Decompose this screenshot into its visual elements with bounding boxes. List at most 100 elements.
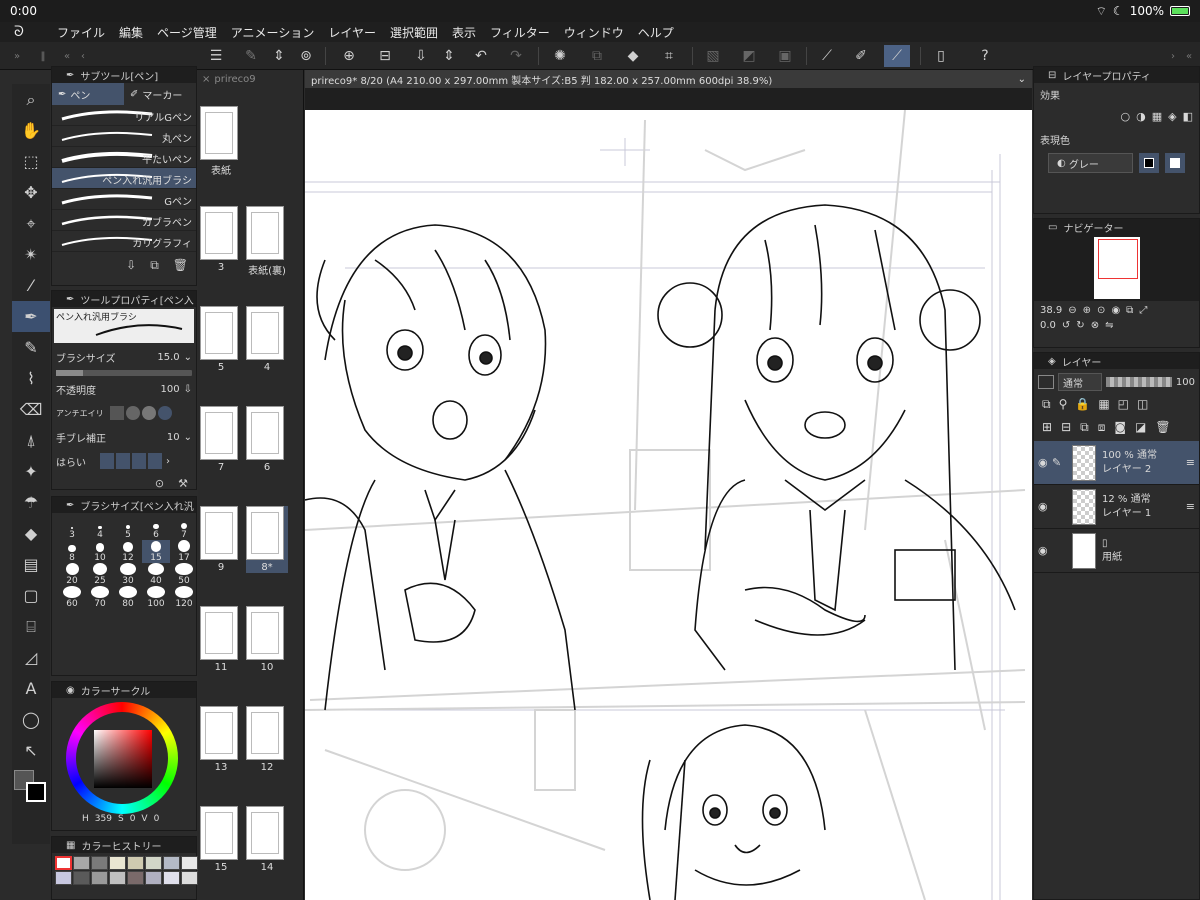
blend-mode-select[interactable]: 通常 (1058, 373, 1102, 391)
decoration-tool-icon[interactable]: ✦ (12, 456, 50, 487)
navigator-preview[interactable] (1034, 235, 1199, 301)
zoom-out-icon[interactable]: ⊖ (1068, 305, 1076, 316)
reset-rotation-icon[interactable]: ⊗ (1091, 320, 1099, 331)
auto-select-tool-icon[interactable]: ✴ (12, 239, 50, 270)
brush-inking-general[interactable]: ペン入れ汎用ブラシ (52, 168, 196, 189)
chevron-down-icon[interactable]: ⌄ (1018, 74, 1026, 85)
figure-tool-icon[interactable]: ▢ (12, 580, 50, 611)
trash-icon[interactable]: 🗑 (173, 258, 188, 273)
menu-help[interactable]: ヘルプ (631, 24, 681, 41)
lock-icon[interactable]: 🔒 (1075, 397, 1090, 412)
clip-icon[interactable]: ⧉ (1042, 397, 1051, 412)
new-folder-icon[interactable]: ⊟ (1061, 420, 1071, 435)
color-mode-select[interactable]: ◐ グレー (1048, 153, 1133, 173)
menu-filter[interactable]: フィルター (483, 24, 557, 41)
blend-tool-icon[interactable]: ☂ (12, 487, 50, 518)
merge-icon[interactable]: ⧈ (1098, 420, 1106, 435)
brush-round-pen[interactable]: 丸ペン (52, 126, 196, 147)
layer-row[interactable]: ◉ ▯ 用紙 (1034, 529, 1199, 573)
rotate-right-icon[interactable]: ↻ (1076, 320, 1084, 331)
app-logo-icon[interactable]: ᘐ (14, 24, 34, 40)
eye-icon[interactable]: ◉ (1038, 456, 1052, 469)
saturation-value-square[interactable] (94, 730, 152, 788)
page-thumbnail[interactable]: 6 (246, 406, 288, 473)
drag-handle-icon[interactable]: ≡ (1186, 456, 1195, 469)
color-history-swatch[interactable] (181, 856, 198, 870)
lock-transparent-icon[interactable]: ▦ (1098, 397, 1109, 412)
brush-size-option[interactable]: 10 (86, 540, 114, 563)
brush-size-option[interactable]: 6 (142, 517, 170, 540)
fill-bucket-icon[interactable]: ◆ (620, 45, 646, 67)
edit-pen-icon[interactable]: ✎ (1052, 456, 1066, 469)
frame-border-tool-icon[interactable]: ⌸ (12, 611, 50, 642)
clip-studio-icon[interactable]: ⊚ (293, 45, 319, 67)
document-tab[interactable]: prireco9* 8/20 (A4 210.00 x 297.00mm 製本サ… (305, 70, 1032, 88)
mask-icon[interactable]: ◰ (1118, 397, 1129, 412)
ruler-layer-icon[interactable]: ◪ (1135, 420, 1146, 435)
brush-size-option[interactable]: 30 (114, 563, 142, 586)
brush-size-option[interactable]: 17 (170, 540, 198, 563)
brush-size-option[interactable]: 70 (86, 586, 114, 609)
antialias-mid-icon[interactable] (142, 406, 156, 420)
brush-size-option[interactable]: 25 (86, 563, 114, 586)
page-thumbnail[interactable]: 3 (200, 206, 242, 273)
color-history-swatch[interactable] (73, 871, 90, 885)
color-history-swatch[interactable] (55, 856, 72, 870)
brush-size-option[interactable]: 15 (142, 540, 170, 563)
page-thumbnail[interactable]: 4 (246, 306, 288, 373)
page-thumbnail[interactable]: 9 (200, 506, 242, 573)
brush-size-option[interactable]: 50 (170, 563, 198, 586)
layer-row[interactable]: ◉ ✎ 100 % 通常 レイヤー 2 ≡ (1034, 441, 1199, 485)
antialias-strong-icon[interactable] (158, 406, 172, 420)
fill-tool-icon[interactable]: ◆ (12, 518, 50, 549)
brush-size-option[interactable]: 80 (114, 586, 142, 609)
download-icon[interactable]: ⇩ (184, 384, 192, 395)
harai-option[interactable] (132, 453, 146, 469)
drag-handle-icon[interactable]: ≡ (1186, 500, 1195, 513)
menu-view[interactable]: 表示 (445, 24, 483, 41)
color-history-swatch[interactable] (91, 871, 108, 885)
vector-pen-icon[interactable]: ⟋ (884, 45, 910, 67)
eyedropper-tool-icon[interactable]: ⁄ (12, 270, 50, 301)
antialias-options[interactable] (110, 406, 172, 420)
updown-stepper-icon[interactable]: ⇕ (266, 45, 292, 67)
harai-option[interactable] (116, 453, 130, 469)
harai-option[interactable] (100, 453, 114, 469)
eye-icon[interactable]: ◉ (1038, 544, 1052, 557)
zoom-tool-icon[interactable]: ⌕ (12, 84, 50, 115)
brush-stroke-icon[interactable]: ✐ (848, 45, 874, 67)
brush-size-option[interactable]: 4 (86, 517, 114, 540)
page-thumbnail[interactable]: 12 (246, 706, 288, 773)
operation-tool-icon[interactable]: ⬚ (12, 146, 50, 177)
menu-page[interactable]: ページ管理 (150, 24, 224, 41)
menu-edit[interactable]: 編集 (112, 24, 150, 41)
ruler-pen-icon[interactable]: ⟋ (814, 45, 840, 67)
rotate-left-icon[interactable]: ↺ (1062, 320, 1070, 331)
layer-row[interactable]: ◉ 12 % 通常 レイヤー 1 ≡ (1034, 485, 1199, 529)
tab-pen[interactable]: ✒ ペン (52, 83, 124, 105)
page-thumbnail[interactable]: 5 (200, 306, 242, 373)
effect-border-icon[interactable]: ○ (1121, 110, 1131, 123)
hand-tool-icon[interactable]: ✋ (12, 115, 50, 146)
expand-icon[interactable]: ⌄ (184, 352, 192, 363)
ruler-tool-icon[interactable]: ◿ (12, 642, 50, 673)
menu-file[interactable]: ファイル (50, 24, 112, 41)
wrench-icon[interactable]: ⚒ (178, 477, 188, 490)
effect-pattern-icon[interactable]: ▦ (1152, 110, 1162, 123)
brush-g-pen[interactable]: Gペン (52, 189, 196, 210)
correct-line-tool-icon[interactable]: ↖ (12, 735, 50, 766)
layer-opacity-slider[interactable] (1106, 377, 1172, 387)
undo-icon[interactable]: ↶ (468, 45, 494, 67)
antialias-weak-icon[interactable] (126, 406, 140, 420)
effect-gradient-icon[interactable]: ◧ (1183, 110, 1193, 123)
page-thumbnail[interactable]: 表紙 (200, 106, 242, 177)
expand-icon[interactable]: ⌄ (184, 432, 192, 443)
flip-horizontal-icon[interactable]: ⇋ (1105, 320, 1113, 331)
fullscreen-icon[interactable]: ⤢ (1139, 305, 1147, 316)
help-icon[interactable]: ? (972, 45, 998, 67)
page-thumbnail[interactable]: 14 (246, 806, 288, 873)
manga-page-canvas[interactable] (305, 109, 1032, 900)
brush-size-slider[interactable] (56, 370, 192, 376)
tab-marker[interactable]: ✐ マーカー (124, 83, 196, 105)
color-history-swatch[interactable] (145, 856, 162, 870)
